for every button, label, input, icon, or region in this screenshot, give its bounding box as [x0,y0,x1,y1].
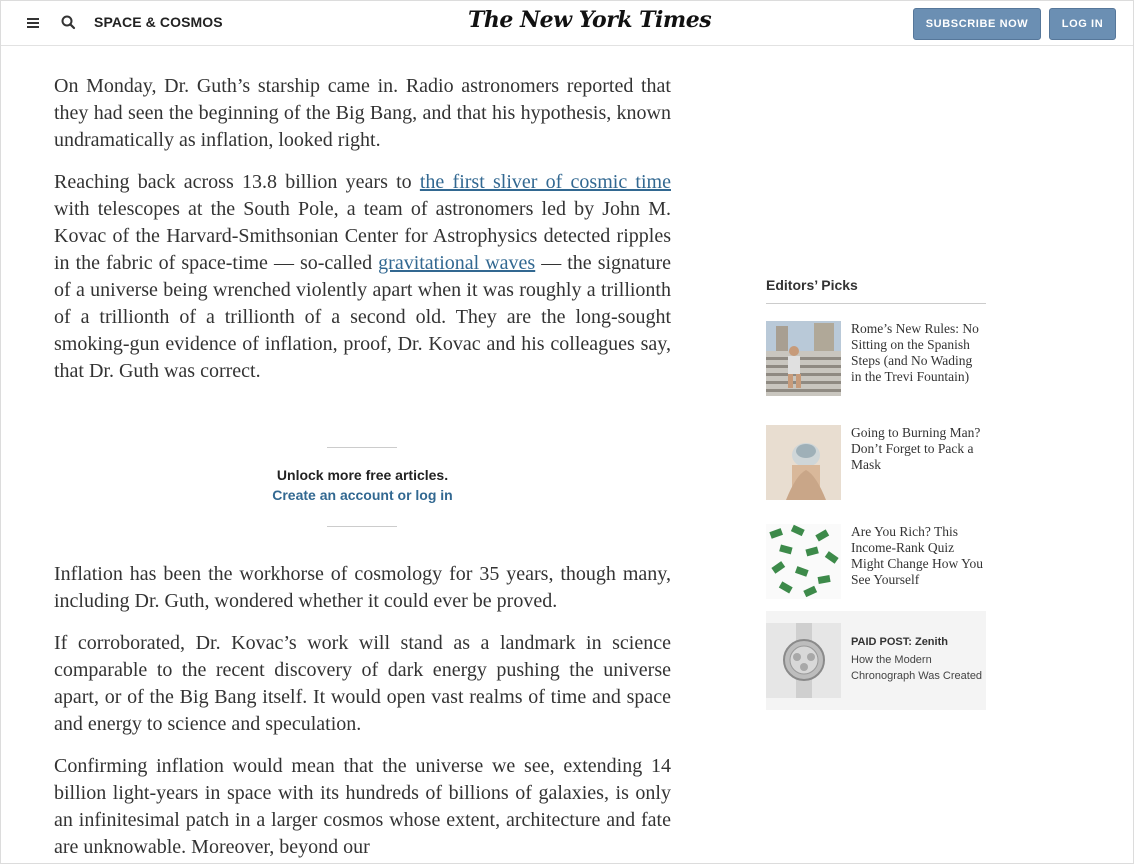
nyt-logo[interactable]: The New York Times [468,7,712,33]
section-link[interactable]: SPACE & COSMOS [94,14,223,30]
pick-title: Are You Rich? This Income-Rank Quiz Migh… [851,524,984,587]
article-paragraph: Inflation has been the workhorse of cosm… [54,563,671,612]
money-thumbnail [766,524,841,599]
paid-post-item[interactable]: PAID POST: Zenith How the Modern Chronog… [766,611,986,710]
editors-pick-item[interactable]: Going to Burning Man? Don’t Forget to Pa… [766,425,986,501]
create-account-link[interactable]: Create an account or log in [54,487,671,503]
article-paragraph: If corroborated, Dr. Kovac’s work will s… [54,632,671,735]
site-header: SPACE & COSMOS The New York Times SUBSCR… [1,1,1133,46]
article-paragraph: On Monday, Dr. Guth’s starship came in. … [54,75,671,151]
editors-pick-item[interactable]: Rome’s New Rules: No Sitting on the Span… [766,321,986,397]
divider [327,526,397,527]
burning-man-thumbnail [766,425,841,500]
chronograph-thumbnail [766,623,841,698]
pick-title: Going to Burning Man? Don’t Forget to Pa… [851,425,981,472]
editors-pick-item[interactable]: Are You Rich? This Income-Rank Quiz Migh… [766,524,986,600]
text-span: Reaching back across 13.8 billion years … [54,171,420,193]
editors-picks-heading: Editors’ Picks [766,277,858,293]
divider [766,303,986,304]
unlock-prompt: Unlock more free articles. Create an acc… [54,447,671,527]
gravitational-waves-link[interactable]: gravitational waves [378,252,535,274]
article-paragraph: Reaching back across 13.8 billion years … [54,169,671,385]
paid-post-title: How the Modern Chronograph Was Created [851,654,983,682]
article-body-top: On Monday, Dr. Guth’s starship came in. … [54,73,671,400]
page-frame: SPACE & COSMOS The New York Times SUBSCR… [0,0,1134,864]
login-button[interactable]: LOG IN [1049,8,1116,40]
article-body-bottom: Inflation has been the workhorse of cosm… [54,561,671,863]
pick-title: Rome’s New Rules: No Sitting on the Span… [851,321,979,384]
search-icon[interactable] [59,13,79,33]
hamburger-menu-icon[interactable] [23,13,43,33]
paid-post-label: PAID POST: Zenith [851,636,948,648]
cosmic-time-link[interactable]: the first sliver of cosmic time [420,171,671,193]
article-paragraph: Confirming inflation would mean that the… [54,755,671,858]
subscribe-button[interactable]: SUBSCRIBE NOW [913,8,1041,40]
divider [327,447,397,448]
rome-steps-thumbnail [766,321,841,396]
unlock-title: Unlock more free articles. [276,467,449,483]
